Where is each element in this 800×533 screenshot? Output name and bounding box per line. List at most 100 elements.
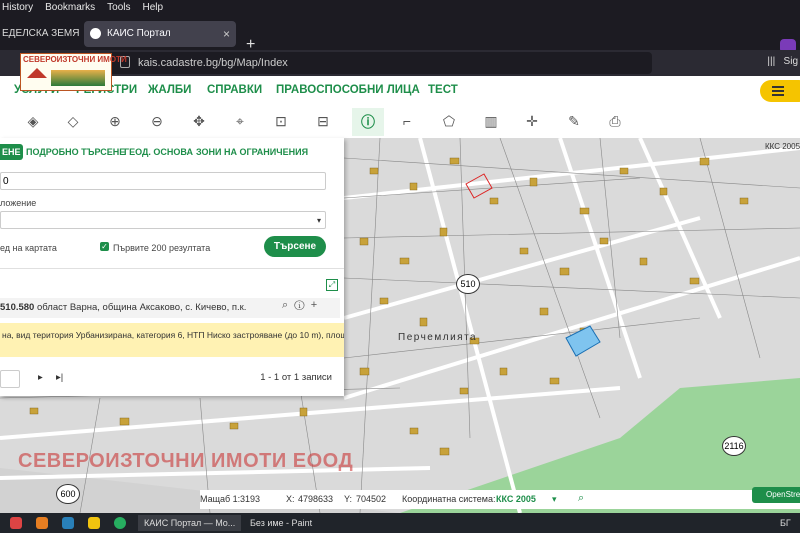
sign-in-label[interactable]: Sig (784, 56, 798, 67)
y-label: Y: (344, 494, 353, 504)
zoom-out-icon[interactable]: ⊖ (148, 112, 166, 130)
favicon-icon (90, 27, 101, 39)
map-status-bar: Мащаб 1: 3193 X: 4798633 Y: 704502 Коорд… (200, 490, 800, 509)
firefox-icon[interactable] (36, 517, 48, 529)
logo-image (51, 70, 105, 86)
page-size-select[interactable] (0, 370, 20, 388)
nav-references[interactable]: СПРАВКИ (207, 84, 262, 96)
company-watermark: СЕВЕРОИЗТОЧНИ ИМОТИ ЕООД (18, 450, 354, 472)
remove-area-icon[interactable]: ⊟ (314, 112, 332, 130)
edit-doc-icon[interactable]: ✎ (565, 112, 583, 130)
url-bar[interactable]: kais.cadastre.bg/bg/Map/Index (108, 52, 652, 74)
crs-corner-label: ККС 2005 (765, 142, 800, 151)
y-value: 704502 (356, 494, 387, 504)
nav-test[interactable]: ТЕСТ (428, 84, 458, 96)
library-icon[interactable]: ||| (767, 56, 775, 67)
locality-label: Перчемлията (398, 332, 478, 343)
scale-label: Мащаб 1: (200, 494, 241, 504)
menu-history[interactable]: History (2, 0, 33, 16)
info-icon[interactable]: ⓘ (294, 299, 304, 311)
menu-button[interactable] (760, 80, 800, 102)
openstreetmap-badge[interactable]: OpenStree (752, 487, 800, 503)
x-value: 4798633 (298, 494, 334, 504)
chrome-icon[interactable] (114, 517, 126, 529)
taskbar-app-kais[interactable]: КАИС Портал — Mo... (138, 515, 242, 531)
browser-tab-1[interactable]: ЕДЕЛСКА ЗЕМЯ з (0, 21, 82, 47)
taskbar-app-label: Без име - Paint (250, 518, 313, 528)
location-select[interactable]: ▾ (0, 211, 326, 229)
windows-taskbar: КАИС Портал — Mo... Без име - Paint БГ (0, 513, 800, 533)
road-label-510: 510 (456, 274, 480, 294)
menu-tools[interactable]: Tools (107, 0, 130, 16)
menu-bookmarks[interactable]: Bookmarks (45, 0, 95, 16)
crs-select[interactable]: ККС 2005 (496, 494, 536, 504)
result-actions: ⌕ ⓘ + (282, 299, 317, 312)
browser-right-icons: ||| Sig (767, 56, 798, 67)
first200-checkbox[interactable]: ✓ (100, 242, 109, 251)
tab-detailed-search[interactable]: ПОДРОБНО ТЪРСЕНЕ (26, 147, 125, 157)
last-page-icon[interactable]: ▸| (56, 372, 63, 383)
map-icon[interactable]: ▥ (482, 112, 500, 130)
edge-icon[interactable] (62, 517, 74, 529)
corner-icon[interactable]: ⌐ (398, 112, 416, 130)
search-icon[interactable]: ⌕ (282, 299, 288, 311)
search-panel: ЕНЕ ПОДРОБНО ТЪРСЕНЕ ГЕОД. ОСНОВА ЗОНИ Н… (0, 138, 344, 396)
next-page-icon[interactable]: ▸ (38, 372, 43, 383)
app-icon[interactable] (10, 517, 22, 529)
add-icon[interactable]: + (311, 299, 317, 311)
crosshair-icon[interactable]: ✛ (523, 112, 541, 130)
scale-value: 3193 (240, 494, 261, 504)
watermark-logo: СЕВЕРОИЗТОЧНИ ИМОТИ (20, 53, 127, 91)
nav-qualified-persons[interactable]: ПРАВОСПОСОБНИ ЛИЦА (276, 84, 420, 96)
result-detail: на, вид територия Урбанизирана, категори… (0, 323, 344, 357)
tab-strip: ЕДЕЛСКА ЗЕМЯ з КАИС Портал × + (0, 16, 800, 53)
add-area-icon[interactable]: ⊡ (272, 112, 290, 130)
panel-divider (0, 268, 344, 269)
pager-text: 1 - 1 от 1 записи (260, 372, 332, 383)
tab-restriction-zones[interactable]: ЗОНИ НА ОГРАНИЧЕНИЯ (196, 147, 308, 157)
option-map-label[interactable]: ед на картата (0, 243, 57, 253)
house-icon (27, 68, 47, 78)
pan-icon[interactable]: ✥ (190, 112, 208, 130)
first200-label: Първите 200 резултата (113, 243, 211, 253)
pager: ▸ ▸| 1 - 1 от 1 записи (0, 370, 344, 388)
close-tab-icon[interactable]: × (223, 21, 230, 47)
info-icon[interactable]: ⓘ (352, 108, 384, 136)
tab-label: ЕДЕЛСКА ЗЕМЯ з (2, 28, 82, 39)
logo-text: СЕВЕРОИЗТОЧНИ ИМОТИ (23, 55, 127, 64)
expand-icon[interactable]: ⤢ (326, 279, 338, 291)
nav-complaints[interactable]: ЖАЛБИ (148, 84, 191, 96)
zoom-in-icon[interactable]: ⊕ (106, 112, 124, 130)
stack-icon[interactable]: ◇ (64, 112, 82, 130)
search-input[interactable]: 0 (0, 172, 326, 190)
taskbar-app-label: КАИС Портал — Mo... (144, 518, 236, 528)
browser-menubar: History Bookmarks Tools Help (0, 0, 800, 16)
x-label: X: (286, 494, 295, 504)
road-label-600: 600 (56, 484, 80, 504)
location-pin-icon[interactable]: ⌖ (231, 112, 249, 130)
search-button[interactable]: Търсене (264, 236, 326, 257)
print-icon[interactable]: ⎙ (606, 112, 624, 130)
site-navigation: УСЛУГИ РЕГИСТРИ ЖАЛБИ СПРАВКИ ПРАВОСПОСО… (0, 76, 800, 107)
browser-tab-active[interactable]: КАИС Портал × (84, 21, 236, 47)
search-icon[interactable]: ⌕ (578, 492, 584, 505)
crs-label: Координатна система: (402, 494, 496, 504)
menu-help[interactable]: Help (143, 0, 164, 16)
url-text: kais.cadastre.bg/bg/Map/Index (138, 57, 288, 69)
result-location: област Варна, община Аксаково, с. Кичево… (36, 302, 247, 313)
layers-icon[interactable]: ◈ (24, 112, 42, 130)
tab-label: КАИС Портал (107, 28, 171, 39)
polygon-icon[interactable]: ⬠ (440, 112, 458, 130)
crs-dropdown-icon[interactable]: ▾ (552, 494, 557, 505)
tab-geodetic-base[interactable]: ГЕОД. ОСНОВА (124, 147, 193, 157)
folder-icon[interactable] (88, 517, 100, 529)
location-label: ложение (0, 198, 37, 208)
road-label-2116: 2116 (722, 436, 746, 456)
chevron-down-icon: ▾ (316, 216, 321, 225)
taskbar-app-paint[interactable]: Без име - Paint (250, 515, 312, 531)
tab-search[interactable]: ЕНЕ (0, 144, 23, 160)
map-toolbar: ◈ ◇ ⊕ ⊖ ✥ ⌖ ⊡ ⊟ ⓘ ⌐ ⬠ ▥ ✛ ✎ ⎙ (0, 106, 800, 139)
hamburger-icon (772, 86, 784, 88)
result-id: 510.580 (0, 302, 35, 313)
language-indicator[interactable]: БГ (780, 515, 791, 531)
